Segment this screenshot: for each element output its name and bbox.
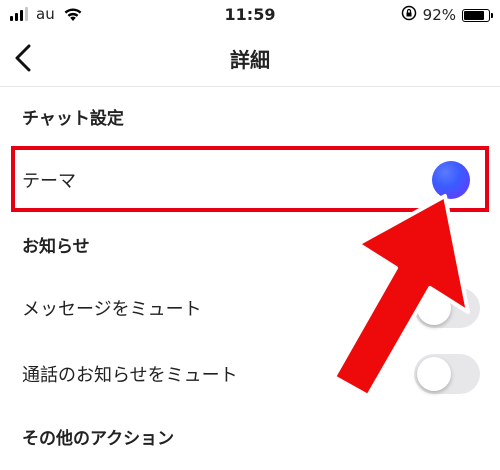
highlight-box [11,146,489,212]
orientation-lock-icon [401,5,417,25]
battery-percent: 92% [422,6,456,24]
mute-calls-row: 通話のお知らせをミュート [0,342,500,406]
battery-icon [462,8,493,22]
mute-messages-label: メッセージをミュート [22,299,202,320]
mute-messages-toggle[interactable] [414,288,480,328]
page-title: 詳細 [230,48,270,72]
status-bar: au 11:59 92% [0,0,500,30]
mute-calls-label: 通話のお知らせをミュート [22,365,238,386]
mute-messages-row: メッセージをミュート [0,276,500,340]
status-right: 92% [401,5,493,25]
section-title-chat-settings: チャット設定 [22,109,124,129]
navigation-header: 詳細 [0,30,500,87]
section-title-notifications: お知らせ [22,237,90,257]
mute-calls-toggle[interactable] [414,354,480,394]
section-title-other-actions: その他のアクション [22,429,175,449]
battery-fill [464,10,485,20]
toggle-knob [417,291,451,325]
toggle-knob [417,357,451,391]
